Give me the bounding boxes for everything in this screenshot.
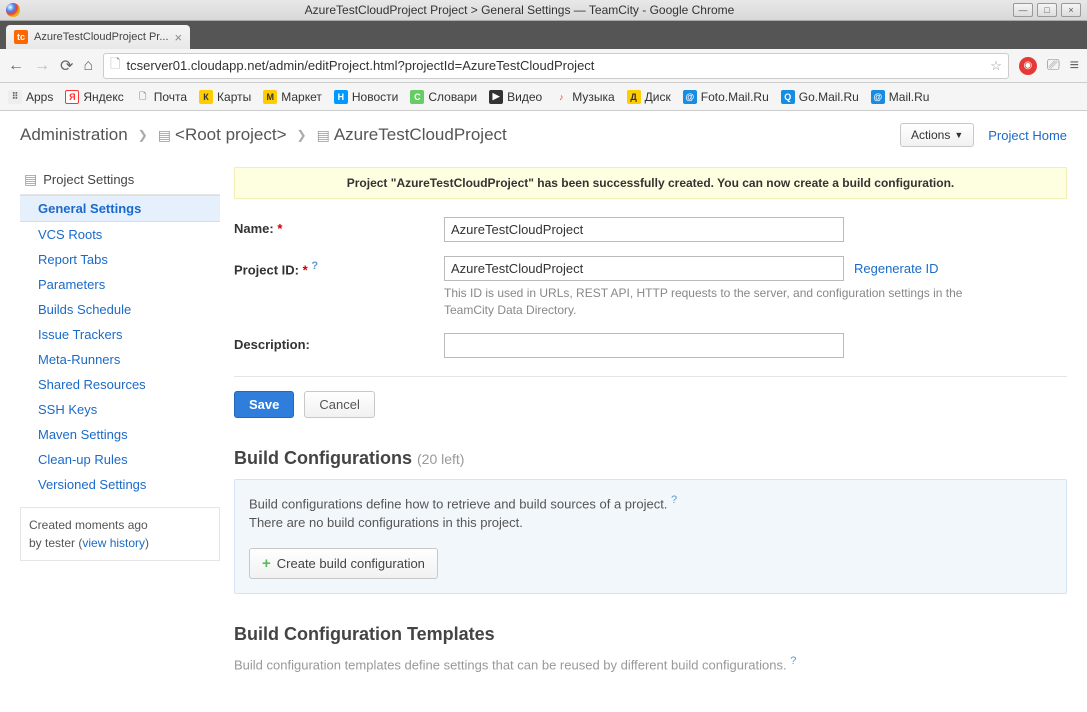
window-minimize-button[interactable]: —	[1013, 3, 1033, 17]
project-id-input[interactable]	[444, 256, 844, 281]
bookmark-market[interactable]: ММаркет	[263, 90, 322, 104]
window-title: AzureTestCloudProject Project > General …	[26, 3, 1013, 17]
home-button[interactable]: ⌂	[83, 57, 93, 75]
sidebar-header: ▤ Project Settings	[20, 167, 220, 194]
chevron-right-icon: ❯	[297, 128, 307, 142]
cast-icon[interactable]: ⎚	[1047, 57, 1060, 75]
description-input[interactable]	[444, 333, 844, 358]
forward-button[interactable]: →	[34, 57, 50, 75]
chrome-menu-button[interactable]: ≡	[1070, 57, 1079, 75]
bookmark-gomail[interactable]: QGo.Mail.Ru	[781, 90, 859, 104]
cancel-button[interactable]: Cancel	[304, 391, 374, 418]
bookmark-video[interactable]: ▶Видео	[489, 90, 542, 104]
url-text: tcserver01.cloudapp.net/admin/editProjec…	[127, 58, 595, 73]
regenerate-id-link[interactable]: Regenerate ID	[854, 261, 939, 276]
sidebar-item-maven-settings[interactable]: Maven Settings	[20, 422, 220, 447]
success-notice: Project "AzureTestCloudProject" has been…	[234, 167, 1067, 199]
breadcrumb: Administration ❯ ▤<Root project> ❯ ▤Azur…	[20, 125, 507, 145]
bookmark-apps[interactable]: ⠿Apps	[8, 90, 53, 104]
bookmarks-bar: ⠿Apps ЯЯндекс 🗋Почта ККарты ММаркет ННов…	[0, 83, 1087, 111]
bookmark-foto[interactable]: @Foto.Mail.Ru	[683, 90, 769, 104]
page-content: Administration ❯ ▤<Root project> ❯ ▤Azur…	[0, 111, 1087, 712]
bookmark-music[interactable]: ♪Музыка	[554, 90, 614, 104]
sidebar-item-versioned-settings[interactable]: Versioned Settings	[20, 472, 220, 497]
bookmark-maps[interactable]: ККарты	[199, 90, 251, 104]
description-label: Description:	[234, 333, 444, 352]
page-icon: 🗋	[110, 55, 120, 77]
build-configurations-info: Build configurations define how to retri…	[234, 479, 1067, 594]
address-bar[interactable]: 🗋 tcserver01.cloudapp.net/admin/editProj…	[103, 53, 1009, 79]
sidebar-item-parameters[interactable]: Parameters	[20, 272, 220, 297]
folder-icon: ▤	[158, 127, 171, 144]
back-button[interactable]: ←	[8, 57, 24, 75]
build-templates-desc: Build configuration templates define set…	[234, 655, 1067, 672]
browser-tab-title: AzureTestCloudProject Pr...	[34, 31, 169, 43]
main-panel: Project "AzureTestCloudProject" has been…	[234, 167, 1067, 672]
sidebar-item-report-tabs[interactable]: Report Tabs	[20, 247, 220, 272]
sidebar-item-issue-trackers[interactable]: Issue Trackers	[20, 322, 220, 347]
sidebar-item-cleanup-rules[interactable]: Clean-up Rules	[20, 447, 220, 472]
folder-icon: ▤	[24, 171, 37, 188]
sidebar-item-general-settings[interactable]: General Settings	[20, 195, 220, 222]
help-icon[interactable]: ?	[311, 260, 318, 272]
breadcrumb-admin[interactable]: Administration	[20, 125, 128, 145]
chevron-down-icon: ▼	[954, 130, 963, 140]
tab-close-icon[interactable]: ×	[175, 30, 183, 45]
sidebar-created-info: Created moments ago by tester (view hist…	[20, 507, 220, 561]
window-close-button[interactable]: ×	[1061, 3, 1081, 17]
save-button[interactable]: Save	[234, 391, 294, 418]
sidebar-item-vcs-roots[interactable]: VCS Roots	[20, 222, 220, 247]
bookmark-mail[interactable]: 🗋Почта	[136, 90, 187, 104]
project-id-hint: This ID is used in URLs, REST API, HTTP …	[444, 285, 984, 319]
browser-tab[interactable]: tc AzureTestCloudProject Pr... ×	[6, 25, 190, 49]
folder-icon: ▤	[317, 127, 330, 144]
browser-tab-strip: tc AzureTestCloudProject Pr... ×	[0, 21, 1087, 49]
teamcity-favicon: tc	[14, 30, 28, 44]
bookmark-news[interactable]: ННовости	[334, 90, 398, 104]
view-history-link[interactable]: view history	[82, 536, 145, 550]
breadcrumb-current: AzureTestCloudProject	[334, 125, 507, 145]
bookmark-yandex[interactable]: ЯЯндекс	[65, 90, 123, 104]
breadcrumb-root[interactable]: <Root project>	[175, 125, 287, 145]
window-maximize-button[interactable]: □	[1037, 3, 1057, 17]
plus-icon: +	[262, 555, 271, 572]
chrome-app-icon	[6, 3, 20, 17]
build-configurations-heading: Build Configurations (20 left)	[234, 448, 1067, 469]
project-id-label: Project ID: * ?	[234, 256, 444, 277]
bookmark-disk[interactable]: ДДиск	[627, 90, 671, 104]
build-templates-heading: Build Configuration Templates	[234, 624, 1067, 645]
sidebar-item-meta-runners[interactable]: Meta-Runners	[20, 347, 220, 372]
reload-button[interactable]: ⟳	[60, 56, 73, 76]
sidebar-item-shared-resources[interactable]: Shared Resources	[20, 372, 220, 397]
project-home-link[interactable]: Project Home	[988, 128, 1067, 143]
browser-toolbar: ← → ⟳ ⌂ 🗋 tcserver01.cloudapp.net/admin/…	[0, 49, 1087, 83]
name-input[interactable]	[444, 217, 844, 242]
bookmark-star-icon[interactable]: ☆	[990, 58, 1002, 74]
help-icon[interactable]: ?	[790, 655, 796, 667]
create-build-configuration-button[interactable]: +Create build configuration	[249, 548, 438, 579]
help-icon[interactable]: ?	[671, 494, 677, 506]
sidebar: ▤ Project Settings General Settings VCS …	[20, 167, 220, 672]
sidebar-item-ssh-keys[interactable]: SSH Keys	[20, 397, 220, 422]
sidebar-item-builds-schedule[interactable]: Builds Schedule	[20, 297, 220, 322]
bookmark-dict[interactable]: ССловари	[410, 90, 477, 104]
window-titlebar: AzureTestCloudProject Project > General …	[0, 0, 1087, 21]
actions-dropdown[interactable]: Actions▼	[900, 123, 974, 147]
bookmark-mailru[interactable]: @Mail.Ru	[871, 90, 930, 104]
chevron-right-icon: ❯	[138, 128, 148, 142]
name-label: Name: *	[234, 217, 444, 236]
extension-icon[interactable]: ◉	[1019, 57, 1037, 75]
